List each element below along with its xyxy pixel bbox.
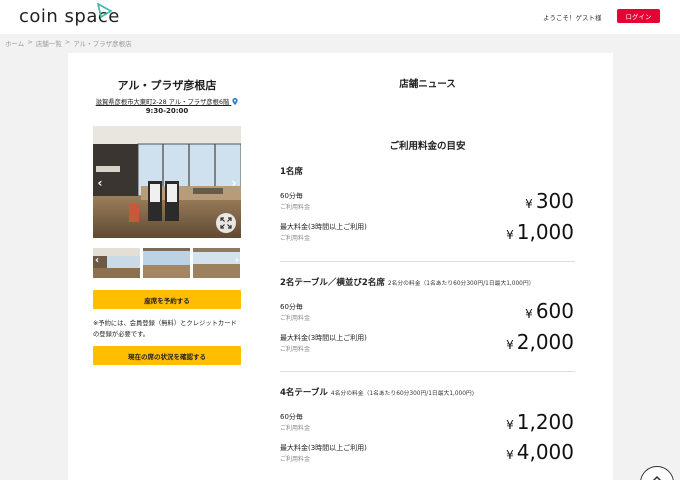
breadcrumb-current: アル・プラザ彦根店 [73,40,132,48]
price-amount: 300 [535,189,574,213]
login-button[interactable]: ログイン [617,9,660,23]
chevron-right-icon[interactable]: › [229,176,239,190]
price-value: ¥4,000 [506,440,574,464]
price-amount: 1,000 [516,220,574,244]
price-row-sublabel: ご利用料金 [280,235,311,242]
price-row-sublabel: ご利用料金 [280,456,311,463]
yen-symbol: ¥ [506,448,514,462]
scroll-top-button[interactable] [640,466,674,480]
price-row-label: 最大料金(3時間以上ご利用) [280,444,367,452]
pricing-section-title: 4名テーブル 4名分の料金（1名あたり60分300円/1日最大1,000円) [280,386,474,398]
price-amount: 600 [535,299,574,323]
yen-symbol: ¥ [506,228,514,242]
thumbnail-3[interactable] [193,248,240,278]
price-row-label: 60分毎 [280,303,303,311]
section-subtitle: 4名分の料金（1名あたり60分300円/1日最大1,000円) [330,391,474,397]
seat-status-button[interactable]: 現在の席の状況を確認する [93,346,241,365]
chevron-right-icon[interactable]: › [235,255,239,266]
store-address-text[interactable]: 滋賀県彦根市大東町2-28 アル・プラザ彦根6階 [96,99,230,106]
store-hours: 9:30-20:00 [145,107,189,115]
breadcrumb-home[interactable]: ホーム [5,38,24,48]
yen-symbol: ¥ [525,307,533,321]
reservation-note: ※予約には、会員登録（無料）とクレジットカードの登録が必要です。 [93,320,237,338]
section-name: 2名テーブル／横並び2名席 [280,278,385,288]
section-name: 4名テーブル [280,388,328,398]
store-address[interactable]: 滋賀県彦根市大東町2-28 アル・プラザ彦根6階 [93,97,241,106]
price-amount: 4,000 [516,440,574,464]
store-news-heading: 店舗ニュース [399,79,456,90]
price-amount: 1,200 [516,410,574,434]
breadcrumb-separator: > [64,38,71,46]
chevron-left-icon[interactable]: ‹ [95,255,99,266]
price-row-sublabel: ご利用料金 [280,346,311,353]
section-divider [280,261,575,262]
welcome-text: ようこそ！ゲスト様 [543,14,602,22]
reserve-seat-button[interactable]: 座席を予約する [93,290,241,309]
store-name: アル・プラザ彦根店 [117,79,217,92]
pricing-heading: ご利用料金の目安 [389,141,466,152]
pricing-section-title: 2名テーブル／横並び2名席 2名分の料金（1名あたり60分300円/1日最大1,0… [280,276,534,288]
section-subtitle: 2名分の料金（1名あたり60分300円/1日最大1,000円） [387,281,535,287]
price-amount: 2,000 [516,330,574,354]
price-row-label: 最大料金(3時間以上ご利用) [280,334,367,342]
yen-symbol: ¥ [525,197,533,211]
price-row-sublabel: ご利用料金 [280,315,311,322]
photo-thumbnails: ‹ › [93,248,241,278]
yen-symbol: ¥ [506,338,514,352]
breadcrumb-separator: > [27,38,33,46]
chevron-up-icon[interactable] [650,476,664,480]
section-divider [280,371,575,372]
price-row-label: 最大料金(3時間以上ご利用) [280,223,367,231]
yen-symbol: ¥ [506,418,514,432]
chevron-left-icon[interactable]: ‹ [95,176,105,190]
breadcrumb-store-list[interactable]: 店舗一覧 [36,38,62,48]
logo-mark-icon [96,3,113,19]
expand-icon[interactable] [216,213,236,233]
section-name: 1名席 [280,167,303,177]
site-header: coin space ようこそ！ゲスト様 ログイン [0,0,680,34]
price-row-sublabel: ご利用料金 [280,204,311,211]
breadcrumb: ホーム > 店舗一覧 > アル・プラザ彦根店 [5,38,132,48]
thumbnail-2[interactable] [143,248,190,278]
price-row-label: 60分毎 [280,413,303,421]
map-pin-icon[interactable] [232,98,238,105]
price-row-sublabel: ご利用料金 [280,425,311,432]
price-value: ¥1,200 [506,410,574,434]
price-row-label: 60分毎 [280,192,303,200]
pricing-section-title: 1名席 [280,165,303,177]
price-value: ¥2,000 [506,330,574,354]
store-photo: ‹ › [93,126,241,238]
price-value: ¥300 [525,189,574,213]
price-value: ¥1,000 [506,220,574,244]
price-value: ¥600 [525,299,574,323]
thumbnail-1[interactable] [93,248,140,278]
